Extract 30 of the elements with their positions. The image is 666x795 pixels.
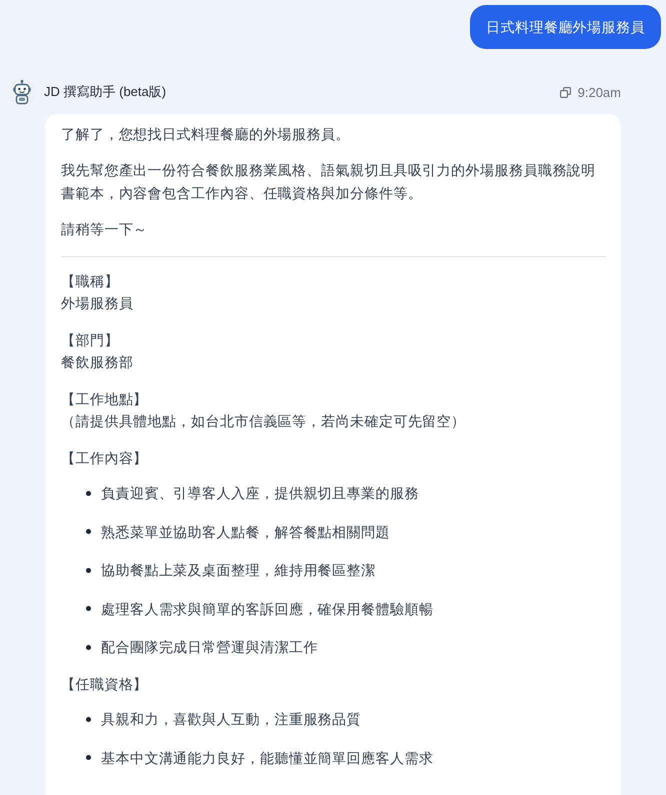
bullet-icon [86, 606, 91, 611]
bullet-icon [86, 529, 91, 534]
robot-avatar-icon [8, 78, 36, 106]
message-paragraph: 請稍等一下～ [61, 220, 149, 239]
list-item-text: 負責迎賓、引導客人入座，提供親切且專業的服務 [101, 484, 419, 503]
section-text: 外場服務員 [61, 294, 134, 313]
list-item-text: 配合團隊完成日常營運與清潔工作 [101, 638, 318, 657]
bullet-icon [86, 755, 91, 760]
list-item-text: 具親和力，喜歡與人互動，注重服務品質 [101, 710, 362, 729]
section-text: （請提供具體地點，如台北市信義區等，若尚未確定可先留空） [61, 412, 467, 431]
section-heading: 【任職資格】 [61, 675, 149, 694]
section-heading: 【工作內容】 [61, 449, 149, 468]
user-message-bubble: 日式料理餐廳外場服務員 [470, 5, 661, 49]
section-heading: 【職稱】 [61, 272, 120, 291]
bullet-icon [86, 568, 91, 572]
message-paragraph: 了解了，您想找日式料理餐廳的外場服務員。 [61, 125, 351, 144]
list-item-text: 處理客人需求與簡單的客訴回應，確保用餐體驗順暢 [101, 600, 434, 618]
copy-icon[interactable] [560, 86, 571, 98]
message-paragraph: 我先幫您產出一份符合餐飲服務業風格、語氣親切且具吸引力的外場服務員職務說明書範本，內容會包含工作內容、任職資格與加分條件等。 [61, 161, 597, 203]
sender-name: JD 撰寫助手 (beta版) [44, 83, 166, 101]
section-text: 餐飲服務部 [61, 353, 134, 372]
section-heading: 【工作地點】 [61, 390, 149, 409]
message-time: 9:20am [578, 84, 621, 100]
bullet-icon [86, 644, 91, 650]
list-item-text: 熟悉菜單並協助客人點餐，解答餐點相關問題 [101, 522, 390, 542]
section-heading: 【部門】 [61, 331, 120, 350]
bullet-icon [86, 716, 91, 722]
bullet-icon [86, 490, 91, 496]
list-item-text: 基本中文溝通能力良好，能聽懂並簡單回應客人需求 [101, 748, 434, 768]
list-item-text: 協助餐點上菜及桌面整理，維持用餐區整潔 [101, 561, 376, 580]
